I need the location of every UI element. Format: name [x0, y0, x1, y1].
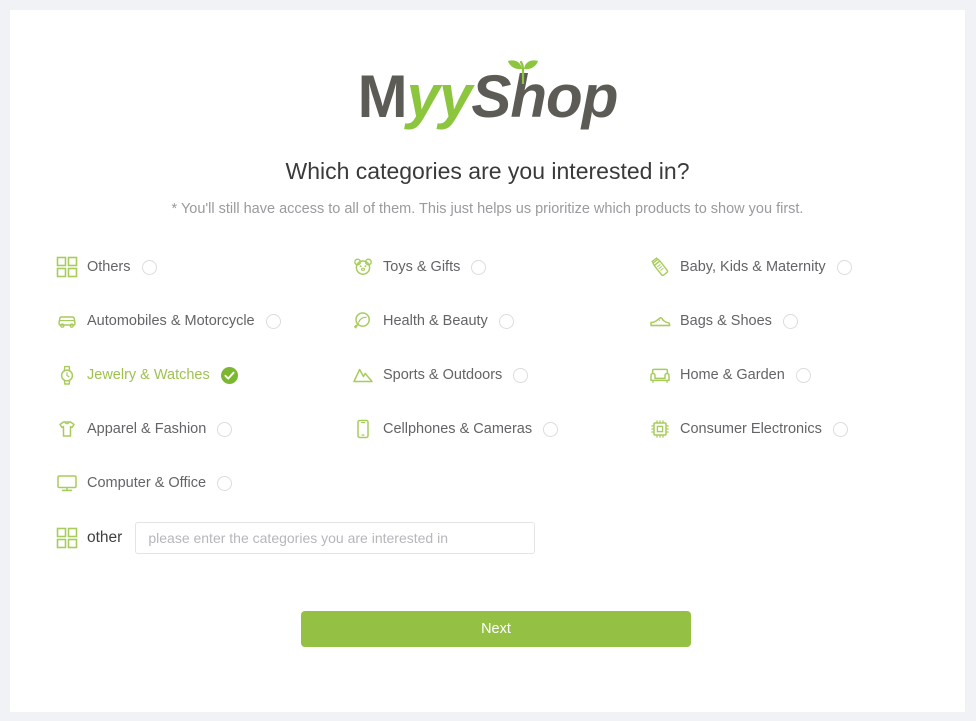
watch-icon [60, 365, 74, 385]
baby-bottle-icon [651, 257, 669, 277]
category-label: Consumer Electronics [680, 421, 822, 437]
category-radio[interactable] [217, 475, 233, 491]
other-categories-input[interactable] [135, 522, 536, 554]
category-item[interactable]: Cellphones & Cameras [352, 414, 559, 444]
logo-yy: yy [406, 63, 473, 130]
category-item[interactable]: Health & Beauty [352, 306, 514, 336]
page-subtitle: * You'll still have access to all of the… [171, 201, 804, 217]
category-radio[interactable] [265, 313, 281, 329]
category-item[interactable]: Toys & Gifts [352, 252, 487, 282]
category-label: Others [87, 259, 131, 275]
beauty-icon [354, 312, 370, 329]
grid-icon [56, 527, 78, 549]
category-label: Sports & Outdoors [383, 367, 503, 383]
category-label: Jewelry & Watches [87, 367, 210, 383]
category-label: Home & Garden [680, 367, 785, 383]
category-label: Apparel & Fashion [87, 421, 207, 437]
page-title: Which categories are you interested in? [285, 158, 690, 184]
category-item[interactable]: Jewelry & Watches [56, 360, 238, 390]
category-item[interactable]: Automobiles & Motorcycle [56, 306, 281, 336]
shoe-icon [650, 317, 671, 327]
tshirt-icon [59, 421, 75, 437]
chip-icon [651, 420, 669, 438]
checked-icon [220, 366, 238, 384]
bear-icon [354, 258, 372, 275]
category-radio[interactable] [498, 313, 514, 329]
category-radio[interactable] [471, 259, 487, 275]
category-item[interactable]: Others [56, 252, 157, 282]
category-radio[interactable] [836, 259, 852, 275]
sprout-icon [507, 60, 538, 84]
category-label: Cellphones & Cameras [383, 421, 533, 437]
logo-shop: Shop [471, 63, 618, 130]
brand-logo: MyyShop [10, 60, 965, 132]
category-item[interactable]: Baby, Kids & Maternity [649, 252, 852, 282]
car-icon [58, 316, 76, 328]
category-radio[interactable] [217, 421, 233, 437]
logo-m: M [357, 63, 408, 130]
category-label: Bags & Shoes [680, 313, 772, 329]
category-item[interactable]: Sports & Outdoors [352, 360, 529, 390]
category-item[interactable]: Computer & Office [56, 468, 233, 498]
monitor-icon [57, 475, 77, 492]
category-radio[interactable] [832, 421, 848, 437]
category-radio[interactable] [141, 259, 157, 275]
category-item[interactable]: Apparel & Fashion [56, 414, 233, 444]
sofa-icon [650, 368, 670, 384]
mountain-icon [353, 368, 373, 383]
category-label: Baby, Kids & Maternity [680, 259, 826, 275]
next-button[interactable]: Next [301, 611, 691, 647]
logo-text: MyyShop [357, 60, 618, 132]
phone-icon [357, 419, 369, 439]
onboarding-card: MyyShop Which categories are you interes… [10, 10, 965, 712]
other-category-row[interactable]: other [56, 522, 536, 554]
category-radio[interactable] [795, 367, 811, 383]
category-item[interactable]: Home & Garden [649, 360, 811, 390]
category-label: Toys & Gifts [383, 259, 461, 275]
category-item[interactable]: Bags & Shoes [649, 306, 798, 336]
other-label: other [87, 529, 123, 546]
category-label: Automobiles & Motorcycle [87, 313, 255, 329]
category-radio[interactable] [513, 367, 529, 383]
grid-icon [56, 256, 78, 278]
category-radio[interactable] [543, 421, 559, 437]
category-label: Computer & Office [87, 475, 207, 491]
category-item[interactable]: Consumer Electronics [649, 414, 848, 444]
category-label: Health & Beauty [383, 313, 488, 329]
category-radio[interactable] [782, 313, 798, 329]
